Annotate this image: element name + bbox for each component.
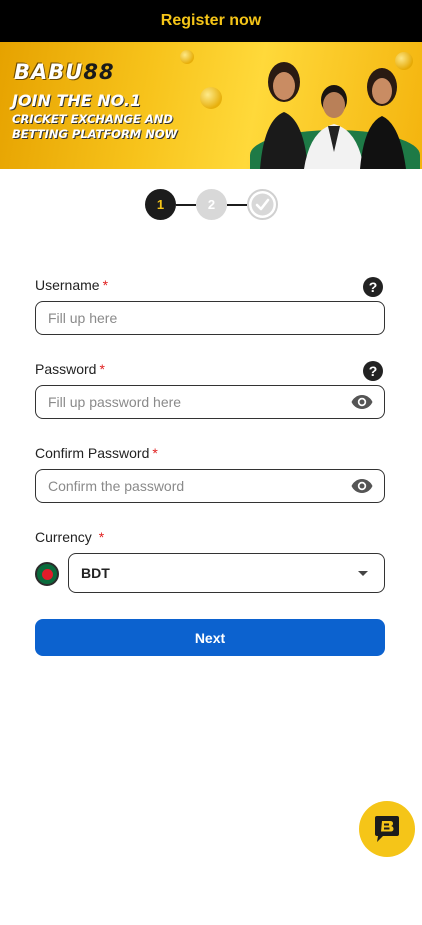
banner-subline: CRICKET EXCHANGE AND BETTING PLATFORM NO… <box>12 112 178 141</box>
currency-label-text: Currency <box>35 529 92 545</box>
check-circle-icon <box>251 193 274 216</box>
chat-bubble-icon <box>375 816 399 842</box>
username-label-text: Username <box>35 277 100 293</box>
bangladesh-flag-icon <box>35 562 59 586</box>
currency-selected-value: BDT <box>81 565 110 581</box>
confirm-password-label-text: Confirm Password <box>35 445 150 461</box>
confirm-password-field[interactable] <box>35 469 385 503</box>
required-marker: * <box>152 445 158 461</box>
currency-label: Currency * <box>35 529 104 545</box>
username-input[interactable] <box>48 310 374 326</box>
username-field[interactable] <box>35 301 385 335</box>
brand-logo-number: 88 <box>83 60 115 84</box>
password-label: Password * <box>35 361 105 377</box>
eye-icon[interactable] <box>350 474 374 498</box>
chevron-down-icon <box>358 570 368 576</box>
confirm-password-label: Confirm Password * <box>35 445 158 461</box>
page-title: Register now <box>160 12 262 29</box>
eye-icon[interactable] <box>350 390 374 414</box>
registration-stepper: 1 2 <box>145 189 278 220</box>
next-button[interactable]: Next <box>35 619 385 656</box>
top-bar: Register now <box>0 0 422 42</box>
brand-logo: BABU88 <box>14 60 115 84</box>
banner-headline: JOIN THE NO.1 <box>12 91 142 110</box>
promo-people-illustration <box>260 62 406 169</box>
password-field[interactable] <box>35 385 385 419</box>
coin-decoration <box>180 50 194 64</box>
step-connector <box>176 203 196 206</box>
required-marker: * <box>98 529 105 545</box>
promo-banner[interactable]: BABU88 JOIN THE NO.1 CRICKET EXCHANGE AN… <box>0 42 422 169</box>
step-2-indicator: 2 <box>196 189 227 220</box>
password-input[interactable] <box>48 394 350 410</box>
confirm-password-input[interactable] <box>48 478 350 494</box>
required-marker: * <box>102 277 109 293</box>
support-chat-button[interactable] <box>359 801 415 857</box>
password-help-icon[interactable]: ? <box>363 361 383 381</box>
username-label: Username * <box>35 277 108 293</box>
brand-logo-text: BABU <box>14 60 84 84</box>
step-1-indicator: 1 <box>145 189 176 220</box>
username-help-icon[interactable]: ? <box>363 277 383 297</box>
currency-select[interactable]: BDT <box>68 553 385 593</box>
coin-decoration <box>200 87 222 109</box>
required-marker: * <box>99 361 105 377</box>
password-label-text: Password <box>35 361 97 377</box>
flag-red-disc <box>41 568 53 580</box>
step-complete-indicator <box>247 189 278 220</box>
step-connector <box>227 203 247 206</box>
